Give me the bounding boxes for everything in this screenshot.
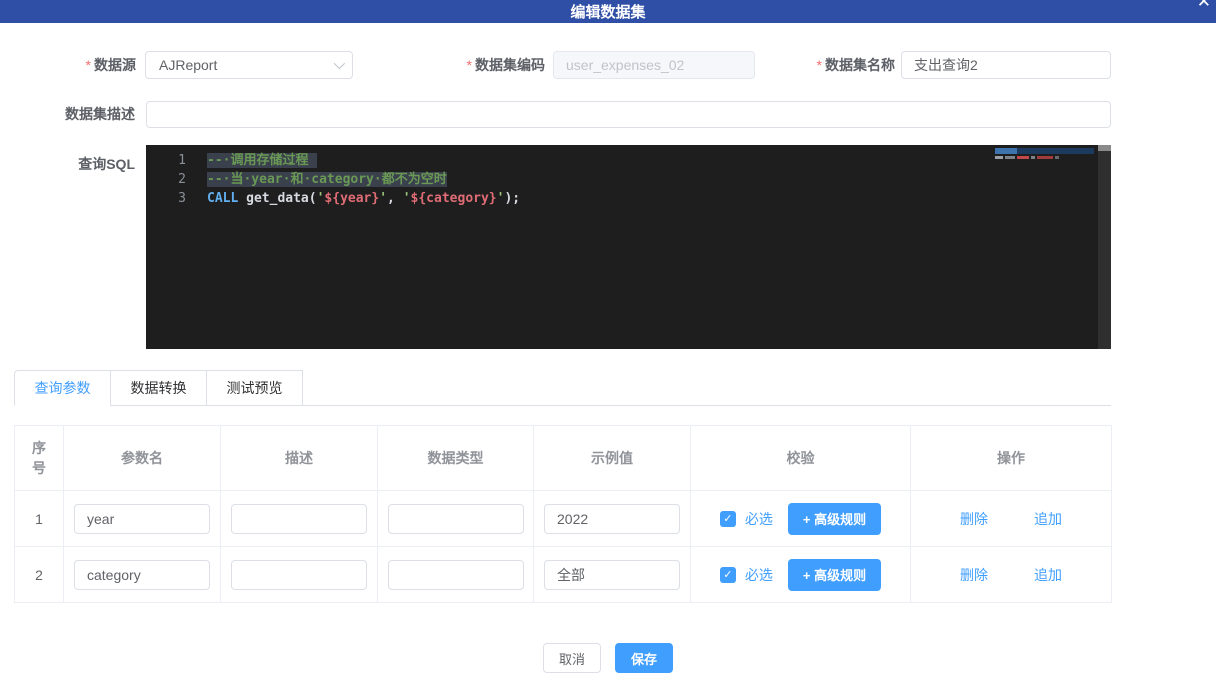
dataset-code-label: *数据集编码 bbox=[425, 51, 545, 79]
tab-query-params[interactable]: 查询参数 bbox=[14, 370, 111, 406]
datasource-select-value: AJReport bbox=[159, 57, 217, 73]
sql-comment: --·调用存储过程 bbox=[207, 153, 308, 168]
datasource-select[interactable]: AJReport bbox=[145, 51, 353, 79]
dataset-desc-label: 数据集描述 bbox=[15, 101, 135, 128]
tab-data-transform[interactable]: 数据转换 bbox=[110, 370, 207, 406]
table-header-row: 序号 参数名 描述 数据类型 示例值 校验 操作 bbox=[15, 426, 1112, 491]
col-header-validate: 校验 bbox=[691, 426, 911, 491]
param-sample-input[interactable] bbox=[544, 560, 680, 590]
col-header-param: 参数名 bbox=[64, 426, 221, 491]
dataset-desc-input[interactable] bbox=[146, 101, 1111, 128]
line-number: 2 bbox=[146, 170, 186, 189]
col-header-index: 序号 bbox=[15, 426, 64, 491]
delete-link[interactable]: 删除 bbox=[960, 509, 988, 529]
dataset-tabs: 查询参数 数据转换 测试预览 bbox=[14, 370, 303, 406]
sql-comment: --·当·year·和·category·都不为空时 bbox=[207, 172, 447, 187]
dataset-code-input[interactable] bbox=[553, 51, 755, 79]
param-desc-input[interactable] bbox=[231, 504, 367, 534]
advanced-rule-button[interactable]: + 高级规则 bbox=[788, 503, 881, 535]
required-checkbox[interactable]: ✓ bbox=[720, 511, 736, 527]
required-asterisk: * bbox=[467, 57, 472, 73]
cancel-button[interactable]: 取消 bbox=[543, 643, 601, 673]
dataset-name-label: *数据集名称 bbox=[775, 51, 895, 79]
chevron-down-icon bbox=[334, 58, 345, 69]
dataset-name-input[interactable] bbox=[901, 51, 1111, 79]
save-button[interactable]: 保存 bbox=[615, 643, 673, 673]
param-name-input[interactable] bbox=[74, 504, 210, 534]
col-header-type: 数据类型 bbox=[378, 426, 534, 491]
col-header-desc: 描述 bbox=[221, 426, 378, 491]
close-icon[interactable]: ✕ bbox=[1197, 0, 1211, 10]
param-type-input[interactable] bbox=[388, 560, 524, 590]
col-header-sample: 示例值 bbox=[534, 426, 691, 491]
sql-line-2: 2 --·当·year·和·category·都不为空时 bbox=[146, 170, 1097, 189]
dialog-footer: 取消 保存 bbox=[0, 643, 1216, 673]
append-link[interactable]: 追加 bbox=[1034, 565, 1062, 585]
param-sample-input[interactable] bbox=[544, 504, 680, 534]
table-row: 2 ✓ 必选 + 高级规则 删除 追加 bbox=[15, 547, 1112, 603]
required-asterisk: * bbox=[817, 57, 822, 73]
line-number: 3 bbox=[146, 189, 186, 208]
param-name-input[interactable] bbox=[74, 560, 210, 590]
editor-scrollbar[interactable] bbox=[1098, 145, 1111, 349]
editor-minimap[interactable] bbox=[995, 148, 1094, 159]
param-desc-input[interactable] bbox=[231, 560, 367, 590]
sql-label: 查询SQL bbox=[15, 150, 135, 178]
params-table: 序号 参数名 描述 数据类型 示例值 校验 操作 1 ✓ 必选 + 高级规则 bbox=[14, 425, 1112, 603]
required-asterisk: * bbox=[86, 57, 91, 73]
append-link[interactable]: 追加 bbox=[1034, 509, 1062, 529]
required-checkbox[interactable]: ✓ bbox=[720, 567, 736, 583]
advanced-rule-button[interactable]: + 高级规则 bbox=[788, 559, 881, 591]
dialog-title: 编辑数据集 bbox=[0, 1, 1216, 22]
dialog-header: 编辑数据集 ✕ bbox=[0, 0, 1216, 23]
delete-link[interactable]: 删除 bbox=[960, 565, 988, 585]
sql-code-editor[interactable]: 1 --·调用存储过程 2 --·当·year·和·category·都不为空时… bbox=[146, 145, 1111, 349]
datasource-label: *数据源 bbox=[36, 51, 136, 79]
table-row: 1 ✓ 必选 + 高级规则 删除 追加 bbox=[15, 491, 1112, 547]
tab-test-preview[interactable]: 测试预览 bbox=[206, 370, 303, 406]
row-index: 1 bbox=[15, 491, 64, 547]
row-index: 2 bbox=[15, 547, 64, 603]
required-checkbox-label: 必选 bbox=[745, 565, 773, 585]
sql-line-3: 3 CALL get_data('${year}', '${category}'… bbox=[146, 189, 1097, 208]
col-header-action: 操作 bbox=[911, 426, 1112, 491]
editor-scrollbar-thumb[interactable] bbox=[1098, 145, 1111, 151]
sql-line-1: 1 --·调用存储过程 bbox=[146, 151, 1097, 170]
line-number: 1 bbox=[146, 151, 186, 170]
required-checkbox-label: 必选 bbox=[745, 509, 773, 529]
param-type-input[interactable] bbox=[388, 504, 524, 534]
